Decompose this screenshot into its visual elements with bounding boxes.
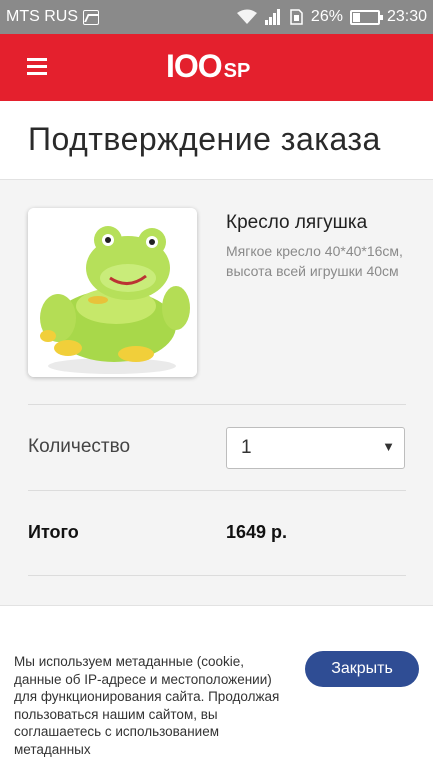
clock: 23:30	[386, 8, 427, 25]
order-details: Кресло лягушка Мягкое кресло 40*40*16см,…	[0, 180, 433, 605]
dropdown-arrow-icon: ▼	[382, 439, 395, 454]
wifi-icon	[236, 9, 257, 24]
image-notification-icon	[83, 9, 99, 25]
quantity-select[interactable]: 1 ▼	[226, 427, 405, 469]
close-cookie-button[interactable]: Закрыть	[305, 651, 419, 687]
hamburger-menu-icon[interactable]	[27, 58, 47, 75]
site-logo[interactable]: IOO SP	[166, 48, 250, 84]
product-description: Мягкое кресло 40*40*16см, высота всей иг…	[226, 243, 403, 279]
app-header: IOO SP	[0, 34, 433, 101]
divider	[28, 575, 406, 576]
cookie-notice-text: Мы используем метаданные (cookie, данные…	[14, 654, 280, 757]
battery-percent: 26%	[310, 8, 343, 25]
sim-card-icon	[290, 9, 303, 25]
status-indicators: 26% 23:30	[236, 8, 427, 26]
divider	[28, 404, 406, 405]
logo-mark: IOO	[166, 48, 223, 84]
battery-icon	[349, 9, 383, 25]
quantity-label: Количество	[28, 436, 131, 457]
signal-icon	[264, 9, 280, 25]
divider	[28, 490, 406, 491]
page-title: Подтверждение заказа	[28, 121, 381, 157]
quantity-value: 1	[241, 437, 252, 458]
product-name: Кресло лягушка	[226, 212, 368, 233]
total-label: Итого	[28, 522, 79, 542]
title-section: Подтверждение заказа	[0, 101, 433, 180]
cookie-banner: Мы используем метаданные (cookie, данные…	[0, 605, 433, 770]
status-bar: MTS RUS 26% 23:30	[0, 0, 433, 34]
total-value: 1649 р.	[226, 522, 288, 542]
logo-suffix: SP	[223, 60, 251, 82]
carrier-name: MTS RUS	[6, 8, 78, 25]
product-image[interactable]	[28, 208, 197, 377]
frog-chair-illustration	[28, 208, 197, 377]
carrier-info: MTS RUS	[6, 8, 99, 26]
